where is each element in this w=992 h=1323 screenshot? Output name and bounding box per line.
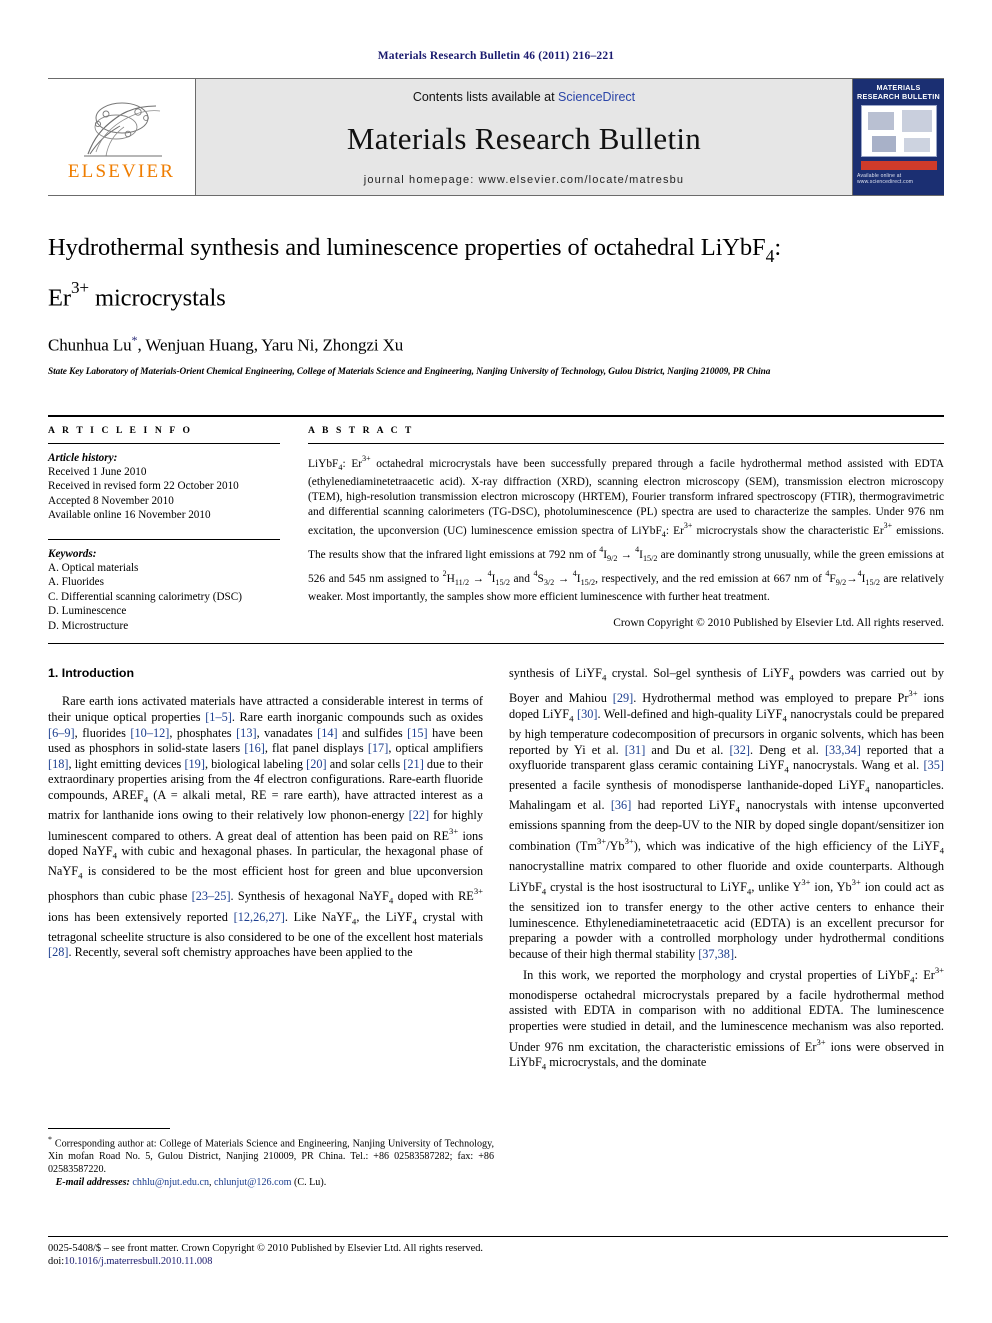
doi-value[interactable]: 10.1016/j.materresbull.2010.11.008 bbox=[64, 1256, 212, 1267]
footer-doi: doi:10.1016/j.materresbull.2010.11.008 bbox=[48, 1255, 948, 1268]
keyword-item: D. Microstructure bbox=[48, 619, 129, 632]
footnote-divider bbox=[48, 1128, 170, 1129]
citation-ref[interactable]: [12,26,27] bbox=[234, 910, 285, 924]
title-tail: microcrystals bbox=[88, 284, 226, 312]
citation-ref[interactable]: [19] bbox=[184, 757, 205, 771]
title-subscript: 4 bbox=[765, 245, 775, 266]
corresponding-author-footnote: * Corresponding author at: College of Ma… bbox=[48, 1128, 494, 1190]
abstract-copyright: Crown Copyright © 2010 Published by Else… bbox=[613, 616, 944, 629]
title-block: Hydrothermal synthesis and luminescence … bbox=[48, 232, 944, 379]
intro-paragraph-right-a: synthesis of LiYF4 crystal. Sol–gel synt… bbox=[509, 666, 945, 961]
citation-ref[interactable]: [1–5] bbox=[205, 710, 232, 724]
keyword-item: A. Optical materials bbox=[48, 561, 139, 574]
journal-cover-thumbnail: MATERIALS RESEARCH BULLETIN Available on… bbox=[852, 79, 944, 195]
cover-image bbox=[860, 105, 937, 158]
citation-ref[interactable]: [36] bbox=[611, 798, 632, 812]
body-column-right: synthesis of LiYF4 crystal. Sol–gel synt… bbox=[509, 666, 944, 1075]
history-online: Available online 16 November 2010 bbox=[48, 509, 211, 522]
email-label: E-mail addresses: bbox=[55, 1177, 130, 1189]
citation-ref[interactable]: [16] bbox=[244, 741, 265, 755]
email-owner: (C. Lu). bbox=[291, 1177, 327, 1189]
title-main: Hydrothermal synthesis and luminescence … bbox=[48, 234, 766, 261]
info-abstract-row: A R T I C L E I N F O Article history: R… bbox=[48, 414, 944, 634]
author-others: , Wenjuan Huang, Yaru Ni, Zhongzi Xu bbox=[137, 335, 404, 355]
masthead-center: Contents lists available at ScienceDirec… bbox=[196, 79, 852, 195]
citation-ref[interactable]: [35] bbox=[924, 758, 945, 772]
citation-ref[interactable]: [20] bbox=[306, 757, 327, 771]
citation-ref[interactable]: [31] bbox=[625, 743, 646, 757]
citation-ref[interactable]: [14] bbox=[317, 726, 338, 740]
history-revised: Received in revised form 22 October 2010 bbox=[48, 480, 239, 493]
body-column-left: 1. Introduction Rare earth ions activate… bbox=[48, 666, 483, 1075]
citation-ref[interactable]: [10–12] bbox=[130, 726, 169, 740]
contents-available-line: Contents lists available at ScienceDirec… bbox=[413, 90, 635, 104]
email-link-secondary[interactable]: chlunjut@126.com bbox=[214, 1177, 291, 1188]
citation-ref[interactable]: [33,34] bbox=[825, 743, 861, 757]
running-head: Materials Research Bulletin 46 (2011) 21… bbox=[377, 50, 615, 62]
citation-ref[interactable]: [15] bbox=[407, 726, 428, 740]
citation-ref[interactable]: [17] bbox=[368, 741, 389, 755]
keywords-label: Keywords: bbox=[48, 547, 97, 560]
footnote-email-line: E-mail addresses: chhlu@njut.edu.cn, chl… bbox=[55, 1177, 327, 1189]
article-info-heading: A R T I C L E I N F O bbox=[48, 424, 193, 436]
intro-paragraph-left: Rare earth ions activated materials have… bbox=[48, 694, 484, 960]
title-element: Er bbox=[48, 284, 71, 312]
journal-homepage[interactable]: journal homepage: www.elsevier.com/locat… bbox=[364, 174, 684, 186]
article-history-label: Article history: bbox=[48, 451, 118, 464]
journal-masthead: ELSEVIER Contents lists available at Sci… bbox=[48, 78, 944, 196]
elsevier-logo: ELSEVIER bbox=[48, 79, 196, 195]
citation-ref[interactable]: [37,38] bbox=[698, 947, 734, 961]
sciencedirect-link[interactable]: ScienceDirect bbox=[558, 90, 635, 104]
elsevier-wordmark: ELSEVIER bbox=[67, 160, 176, 182]
article-page: Materials Research Bulletin 46 (2011) 21… bbox=[0, 0, 992, 1323]
history-accepted: Accepted 8 November 2010 bbox=[48, 494, 174, 507]
citation-ref[interactable]: [21] bbox=[403, 757, 424, 771]
abstract-heading: A B S T R A C T bbox=[308, 424, 414, 436]
email-link-primary[interactable]: chhlu@njut.edu.cn bbox=[132, 1177, 209, 1188]
citation-ref[interactable]: [32] bbox=[729, 743, 750, 757]
citation-ref[interactable]: [30] bbox=[577, 707, 598, 721]
citation-ref[interactable]: [28] bbox=[48, 945, 69, 959]
section-heading-introduction: 1. Introduction bbox=[48, 666, 135, 681]
contents-prefix: Contents lists available at bbox=[412, 90, 559, 104]
page-title: Hydrothermal synthesis and luminescence … bbox=[48, 232, 944, 313]
abstract-column: A B S T R A C T LiYbF4: Er3+ octahedral … bbox=[308, 416, 944, 634]
abstract-text: LiYbF4: Er3+ octahedral microcrystals ha… bbox=[308, 453, 944, 604]
article-info-column: A R T I C L E I N F O Article history: R… bbox=[48, 416, 280, 634]
divider bbox=[308, 442, 944, 444]
keyword-item: C. Differential scanning calorimetry (DS… bbox=[48, 590, 242, 603]
affiliation: State Key Laboratory of Materials-Orient… bbox=[48, 366, 771, 377]
intro-paragraph-right-b: In this work, we reported the morphology… bbox=[509, 964, 944, 1072]
footer-issn-copyright: 0025-5408/$ – see front matter. Crown Co… bbox=[48, 1243, 484, 1254]
cover-color-strip bbox=[860, 161, 937, 171]
footnote-corresponding-text: * Corresponding author at: College of Ma… bbox=[48, 1134, 494, 1176]
cover-footer-text: Available online at www.sciencedirect.co… bbox=[857, 173, 914, 186]
doi-label: doi: bbox=[48, 1256, 65, 1267]
citation-ref[interactable]: [6–9] bbox=[48, 726, 75, 740]
citation-ref[interactable]: [23–25] bbox=[192, 890, 231, 904]
keyword-item: A. Fluorides bbox=[48, 576, 104, 589]
divider bbox=[48, 442, 280, 444]
footnote-star-marker: * bbox=[48, 1135, 52, 1144]
section-divider bbox=[48, 643, 944, 645]
history-received: Received 1 June 2010 bbox=[48, 465, 147, 478]
cover-title: MATERIALS RESEARCH BULLETIN bbox=[857, 83, 940, 101]
body-columns: 1. Introduction Rare earth ions activate… bbox=[48, 666, 944, 1075]
elsevier-tree-icon bbox=[83, 102, 162, 156]
footnote-address: Corresponding author at: College of Mate… bbox=[48, 1138, 494, 1175]
author-list: Chunhua Lu*, Wenjuan Huang, Yaru Ni, Zho… bbox=[48, 333, 944, 356]
divider bbox=[48, 538, 280, 540]
citation-ref[interactable]: [29] bbox=[613, 692, 634, 706]
citation-ref[interactable]: [22] bbox=[409, 808, 430, 822]
citation-ref[interactable]: [18] bbox=[48, 757, 69, 771]
journal-title: Materials Research Bulletin bbox=[346, 121, 702, 156]
page-footer: 0025-5408/$ – see front matter. Crown Co… bbox=[48, 1236, 948, 1268]
keyword-item: D. Luminescence bbox=[48, 605, 127, 618]
citation-ref[interactable]: [13] bbox=[236, 726, 257, 740]
title-charge: 3+ bbox=[70, 277, 89, 297]
title-colon: : bbox=[774, 234, 782, 261]
footer-divider bbox=[48, 1236, 948, 1237]
author-corresponding: Chunhua Lu bbox=[48, 335, 132, 355]
